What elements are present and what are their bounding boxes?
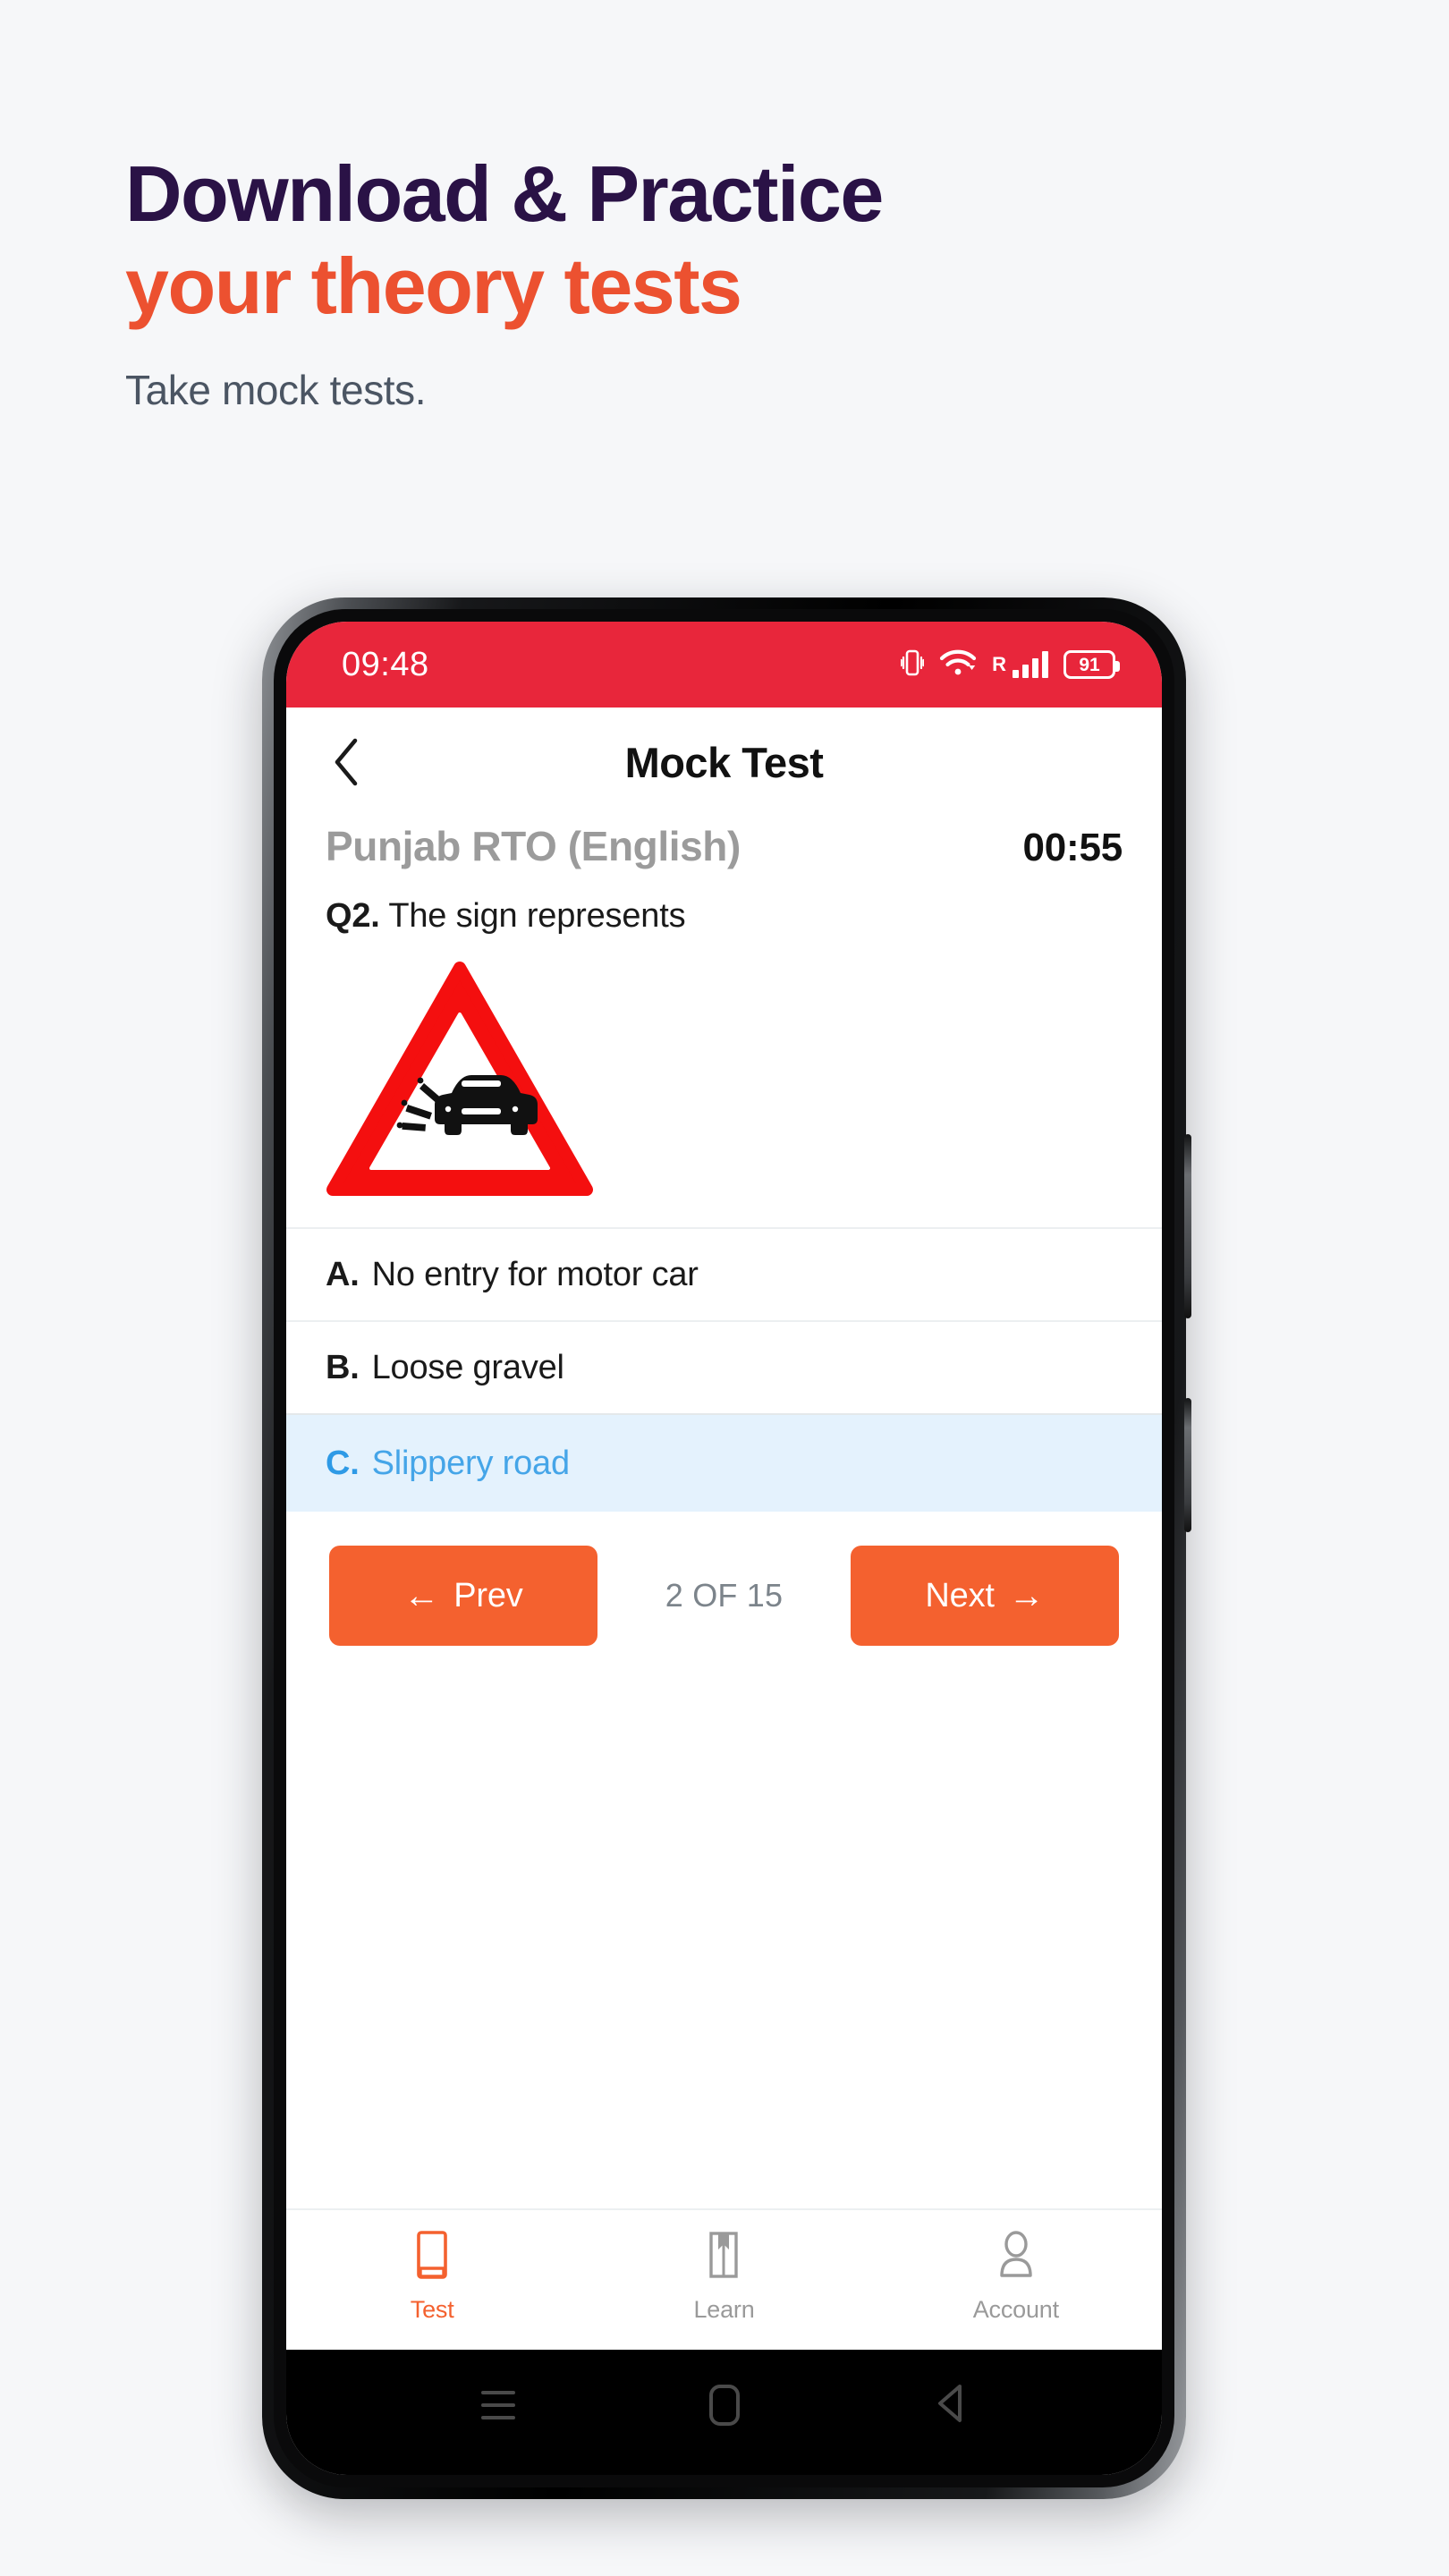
next-button-label: Next	[925, 1576, 995, 1614]
tab-learn[interactable]: Learn	[578, 2229, 869, 2324]
signal-icon	[1013, 651, 1048, 678]
vibrate-icon	[900, 648, 925, 682]
answer-option-b[interactable]: B. Loose gravel	[286, 1320, 1162, 1413]
option-label: C.	[326, 1444, 360, 1482]
headline-line-1: Download & Practice	[125, 149, 884, 238]
back-button[interactable]	[911, 2374, 991, 2436]
chevron-left-icon[interactable]	[326, 738, 367, 786]
app-bar: Mock Test	[286, 708, 1162, 817]
answer-option-a[interactable]: A. No entry for motor car	[286, 1227, 1162, 1320]
phone-device-frame: 09:48 R 91 Mock Test Punjab RTO (English…	[262, 597, 1191, 2499]
question-counter: 2 OF 15	[665, 1577, 784, 1614]
recents-button[interactable]	[458, 2374, 538, 2436]
status-icon-group: R 91	[900, 648, 1120, 682]
status-time: 09:48	[342, 645, 429, 683]
battery-level: 91	[1079, 654, 1100, 675]
app-content: Mock Test Punjab RTO (English) 00:55 Q2.…	[286, 708, 1162, 2350]
wifi-icon	[939, 648, 977, 682]
option-text: Loose gravel	[371, 1348, 564, 1386]
battery-icon: 91	[1063, 650, 1120, 679]
person-icon	[996, 2229, 1037, 2285]
note-icon	[411, 2229, 453, 2285]
countdown-timer: 00:55	[1022, 826, 1123, 869]
home-icon	[708, 2385, 740, 2426]
phone-bezel: 09:48 R 91 Mock Test Punjab RTO (English…	[274, 609, 1174, 2487]
home-button[interactable]	[684, 2374, 765, 2436]
rto-name: Punjab RTO (English)	[326, 823, 741, 869]
back-icon	[933, 2381, 969, 2430]
headline-line-2: your theory tests	[125, 242, 742, 331]
recents-icon	[480, 2391, 515, 2419]
loose-gravel-warning-sign-icon	[326, 962, 593, 1196]
page-title: Mock Test	[624, 738, 824, 786]
next-button[interactable]: Next →	[851, 1546, 1119, 1646]
question-text: Q2. The sign represents	[286, 870, 1162, 936]
volume-button[interactable]	[1184, 1134, 1191, 1318]
tab-account[interactable]: Account	[870, 2229, 1162, 2324]
promo-page: Download & Practice your theory tests Ta…	[0, 0, 1449, 2576]
status-bar: 09:48 R 91	[286, 622, 1162, 708]
book-icon	[703, 2229, 744, 2285]
promo-heading-block: Download & Practice your theory tests Ta…	[125, 152, 1324, 414]
arrow-right-icon: →	[1008, 1576, 1045, 1615]
question-body: The sign represents	[388, 897, 686, 935]
answer-options-list: A. No entry for motor car B. Loose grave…	[286, 1227, 1162, 1512]
option-text: No entry for motor car	[371, 1255, 699, 1293]
answer-option-c[interactable]: C. Slippery road	[286, 1413, 1162, 1512]
android-system-nav	[286, 2350, 1162, 2475]
promo-subtitle: Take mock tests.	[125, 366, 427, 413]
test-meta-row: Punjab RTO (English) 00:55	[286, 817, 1162, 870]
prev-button[interactable]: ← Prev	[329, 1546, 597, 1646]
tab-test[interactable]: Test	[286, 2229, 578, 2324]
power-button[interactable]	[1184, 1398, 1191, 1532]
arrow-left-icon: ←	[403, 1576, 440, 1615]
option-label: B.	[326, 1348, 360, 1386]
prev-button-label: Prev	[453, 1576, 523, 1614]
tab-label: Learn	[693, 2296, 755, 2323]
option-text: Slippery road	[371, 1444, 571, 1482]
bottom-tab-bar: Test Learn Account	[286, 2208, 1162, 2350]
question-image	[286, 936, 1162, 1227]
phone-screen: 09:48 R 91 Mock Test Punjab RTO (English…	[286, 622, 1162, 2475]
option-label: A.	[326, 1255, 360, 1293]
roaming-label: R	[992, 653, 1006, 675]
tab-label: Account	[972, 2296, 1059, 2323]
tab-label: Test	[410, 2296, 454, 2323]
question-navigation: ← Prev 2 OF 15 Next →	[286, 1512, 1162, 1646]
question-number: Q2.	[326, 897, 380, 935]
